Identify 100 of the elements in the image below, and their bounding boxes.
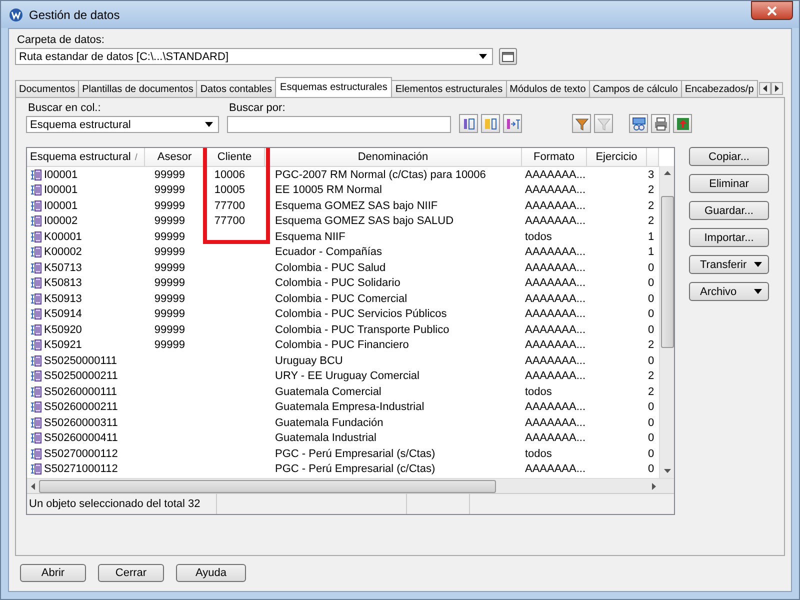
column-header[interactable]: Cliente [205, 148, 265, 166]
table-cell: Esquema GOMEZ SAS bajo SALUD [275, 215, 454, 228]
dialog-button[interactable]: Cerrar [98, 564, 164, 582]
table-cell: todos [525, 230, 552, 243]
table-cell: AAAAAAA... [525, 463, 586, 476]
caret-icon [754, 262, 762, 267]
horizontal-scrollbar[interactable] [27, 478, 674, 493]
schema-icon [30, 200, 42, 212]
tab[interactable]: Encabezados/p [680, 80, 758, 97]
dialog-button[interactable]: Abrir [20, 564, 86, 582]
vertical-scrollbar[interactable] [659, 166, 674, 478]
search-column-label: Buscar en col.: [28, 102, 102, 114]
column-left-icon[interactable] [459, 114, 478, 133]
schema-icon [30, 324, 42, 336]
table-cell: 0 [648, 277, 654, 290]
table-cell: 0 [648, 354, 654, 367]
filter-icon[interactable] [572, 114, 591, 133]
table-cell: 99999 [154, 292, 185, 305]
table-cell: Guatemala Industrial [275, 432, 376, 444]
schema-icon [30, 230, 42, 243]
browse-button[interactable] [499, 48, 517, 65]
dialog-button[interactable]: Ayuda [176, 564, 246, 582]
table-cell: AAAAAAA... [525, 277, 586, 290]
table-cell: 99999 [154, 184, 185, 196]
table-cell: K50913 [44, 292, 82, 305]
table-cell: Guatemala Fundación [275, 416, 384, 429]
search-field[interactable] [227, 116, 451, 133]
menu-button[interactable]: Transferir [689, 255, 769, 274]
table-cell: AAAAAAA... [525, 308, 586, 320]
table-cell: 2 [648, 370, 654, 382]
column-right-icon[interactable] [481, 114, 500, 133]
table-cell: 0 [648, 292, 654, 305]
folder-dropdown[interactable]: Ruta estandar de datos [C:\...\STANDARD] [15, 48, 493, 65]
tab[interactable]: Documentos [15, 80, 80, 97]
print-icon[interactable] [651, 114, 670, 133]
filter-icon[interactable] [594, 114, 613, 133]
table-cell: S50250000111 [44, 354, 117, 367]
table-cell: 0 [648, 308, 654, 320]
export-icon[interactable] [673, 114, 692, 133]
table-cell: 99999 [154, 246, 185, 258]
schema-icon [30, 292, 42, 305]
table-cell: Colombia - PUC Financiero [275, 339, 409, 352]
table-cell: 2 [648, 339, 654, 352]
grid-icon[interactable] [629, 114, 648, 133]
table-cell: 0 [648, 416, 654, 429]
table-cell: todos [525, 448, 552, 460]
table-cell: 1 [648, 230, 654, 243]
table-cell: AAAAAAA... [525, 262, 586, 274]
table-cell: Esquema NIIF [275, 230, 346, 243]
tab[interactable]: Datos contables [196, 80, 276, 97]
table-cell: 0 [648, 463, 654, 476]
table-cell: K50921 [44, 339, 82, 352]
status-text: Un objeto seleccionado del total 32 [27, 494, 217, 514]
table-cell: AAAAAAA... [525, 246, 586, 258]
table-cell: Colombia - PUC Comercial [275, 292, 408, 305]
tab[interactable]: Módulos de texto [506, 80, 590, 97]
column-header[interactable]: Ejercicio [587, 148, 647, 166]
scroll-right-button[interactable] [770, 82, 783, 95]
table-cell: 1 [648, 246, 654, 258]
close-button[interactable] [751, 1, 793, 20]
table-cell: AAAAAAA... [525, 324, 586, 336]
column-header[interactable]: Formato [522, 148, 587, 166]
table-cell: EE 10005 RM Normal [275, 184, 382, 196]
table-cell: AAAAAAA... [525, 339, 586, 352]
column-text-icon[interactable] [503, 114, 522, 133]
down-arrow-icon [664, 469, 670, 473]
column-header[interactable]: Esquema estructural / [27, 148, 145, 166]
action-button[interactable]: Guardar... [689, 201, 769, 220]
right-arrow-icon [774, 85, 779, 92]
tab[interactable]: Campos de cálculo [588, 80, 682, 97]
table-cell: 99999 [154, 200, 185, 212]
folder-label: Carpeta de datos: [17, 34, 106, 46]
column-dropdown[interactable]: Esquema estructural [26, 116, 219, 133]
column-header[interactable]: Denominación [265, 148, 522, 166]
table-cell: 99999 [154, 308, 185, 320]
menu-button[interactable]: Archivo [689, 282, 769, 301]
tab[interactable]: Plantillas de documentos [78, 80, 198, 97]
left-arrow-icon [762, 85, 767, 92]
tab[interactable]: Elementos estructurales [391, 80, 507, 97]
schema-icon [30, 262, 42, 274]
action-button[interactable]: Importar... [689, 228, 769, 247]
tab[interactable]: Esquemas estructurales [275, 77, 392, 97]
caret-icon [205, 122, 213, 127]
table-cell: 10005 [214, 184, 245, 196]
table-cell: AAAAAAA... [525, 215, 586, 228]
table-cell: 0 [648, 432, 654, 444]
search-label: Buscar por: [229, 102, 286, 114]
table-cell: 99999 [154, 168, 185, 181]
action-button[interactable]: Eliminar [689, 174, 769, 193]
caret-icon [754, 289, 762, 294]
table-cell: I00002 [44, 215, 78, 228]
app-logo-icon [9, 8, 23, 22]
table-cell: AAAAAAA... [525, 168, 586, 181]
table-cell: Colombia - PUC Servicios Públicos [275, 308, 447, 320]
table-cell: K50914 [44, 308, 82, 320]
table-cell: 2 [648, 215, 654, 228]
action-button[interactable]: Copiar... [689, 147, 769, 166]
table-cell: 0 [648, 262, 654, 274]
schema-icon [30, 215, 42, 228]
scroll-left-button[interactable] [758, 82, 771, 95]
